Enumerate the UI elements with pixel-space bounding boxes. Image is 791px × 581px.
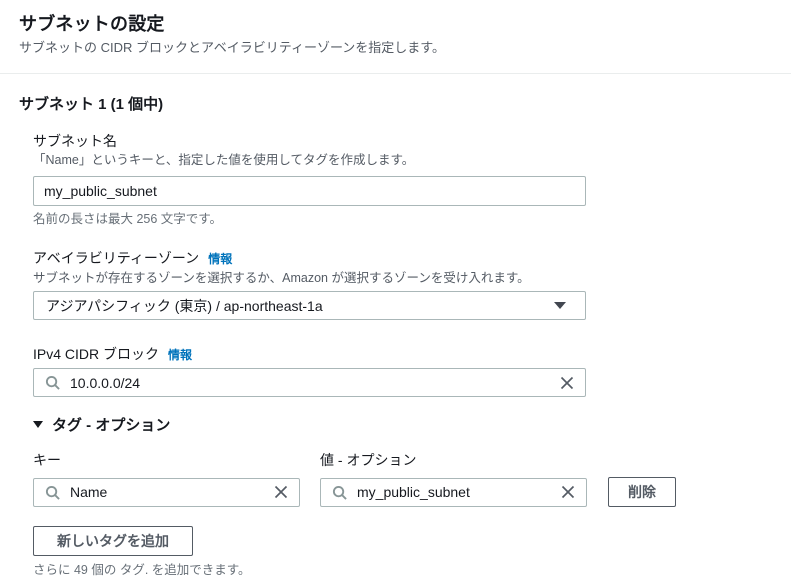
search-icon: [43, 373, 62, 392]
cidr-clear-icon[interactable]: [558, 374, 576, 392]
page-description: サブネットの CIDR ブロックとアベイラビリティーゾーンを指定します。: [19, 40, 446, 55]
tag-value-input-box: [320, 477, 587, 507]
cidr-field: IPv4 CIDR ブロック 情報: [33, 346, 771, 397]
search-icon: [330, 483, 349, 502]
page-title: サブネットの設定: [19, 14, 165, 34]
subnet-settings-panel: サブネットの設定 サブネットの CIDR ブロックとアベイラビリティーゾーンを指…: [0, 0, 791, 581]
cidr-input-box: [33, 368, 586, 397]
subnet-section: サブネット 1 (1 個中) サブネット名 「Name」というキーと、指定した値…: [0, 96, 791, 578]
tag-key-input-box: [33, 477, 300, 507]
tag-key-input[interactable]: [62, 484, 272, 500]
tag-value-input[interactable]: [349, 484, 559, 500]
subnet-name-label: サブネット名: [33, 133, 117, 149]
availability-zone-select[interactable]: アジアパシフィック (東京) / ap-northeast-1a: [33, 291, 586, 320]
tags-remaining-hint: さらに 49 個の タグ. を追加できます。: [33, 563, 251, 577]
delete-tag-button[interactable]: 削除: [608, 477, 676, 507]
tag-column-headers: キー 値 - オプション: [33, 452, 771, 468]
cidr-input[interactable]: [62, 374, 558, 391]
availability-zone-label: アベイラビリティーゾーン: [33, 250, 200, 266]
tags-section-toggle[interactable]: タグ - オプション: [33, 414, 771, 435]
availability-zone-description: サブネットが存在するゾーンを選択するか、Amazon が選択するゾーンを受け入れ…: [33, 271, 530, 285]
search-icon: [43, 483, 62, 502]
tag-key-clear-icon[interactable]: [272, 483, 290, 501]
subnet-section-heading: サブネット 1 (1 個中): [19, 96, 164, 113]
subnet-fields: サブネット名 「Name」というキーと、指定した値を使用してタグを作成します。 …: [33, 133, 771, 578]
chevron-down-icon: [554, 302, 566, 309]
caret-down-icon: [33, 421, 43, 428]
subnet-name-field: サブネット名 「Name」というキーと、指定した値を使用してタグを作成します。 …: [33, 133, 771, 227]
tag-value-clear-icon[interactable]: [559, 483, 577, 501]
tag-row: 削除: [33, 477, 771, 507]
subnet-name-constraint: 名前の長さは最大 256 文字です。: [33, 212, 223, 226]
availability-zone-info-link[interactable]: 情報: [208, 252, 232, 266]
tag-key-column-label: キー: [33, 452, 61, 468]
subnet-name-description: 「Name」というキーと、指定した値を使用してタグを作成します。: [33, 153, 415, 167]
cidr-label: IPv4 CIDR ブロック: [33, 346, 160, 362]
subnet-name-input[interactable]: [33, 176, 586, 206]
add-tag-button[interactable]: 新しいタグを追加: [33, 526, 193, 556]
availability-zone-field: アベイラビリティーゾーン 情報 サブネットが存在するゾーンを選択するか、Amazo…: [33, 250, 771, 320]
cidr-info-link[interactable]: 情報: [168, 348, 192, 362]
availability-zone-selected-value: アジアパシフィック (東京) / ap-northeast-1a: [46, 297, 323, 314]
tag-value-column-label: 値 - オプション: [320, 452, 417, 468]
tags-section-label: タグ - オプション: [52, 417, 171, 434]
panel-header: サブネットの設定 サブネットの CIDR ブロックとアベイラビリティーゾーンを指…: [0, 0, 791, 74]
